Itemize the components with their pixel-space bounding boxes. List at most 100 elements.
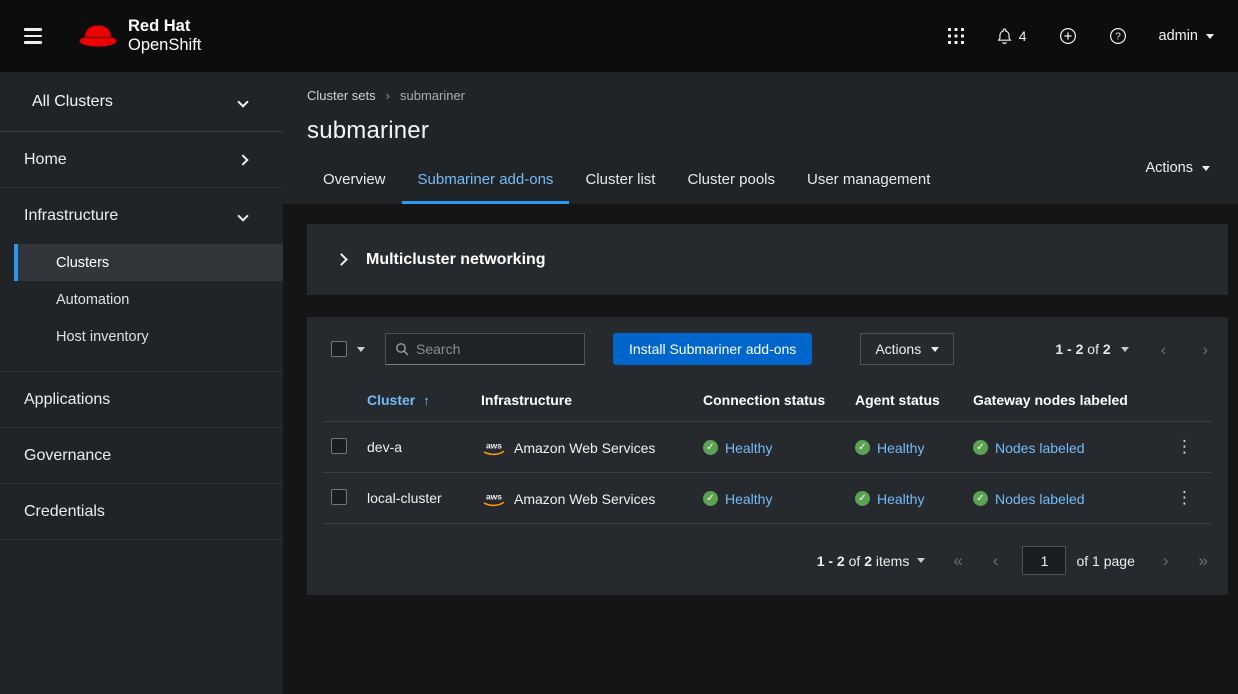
bulk-select-checkbox[interactable] <box>331 341 347 357</box>
kebab-menu-button[interactable]: ⋮ <box>1168 486 1201 510</box>
page-number-input[interactable] <box>1022 546 1066 575</box>
svg-text:aws: aws <box>486 440 502 450</box>
sidebar-item-governance[interactable]: Governance <box>0 428 283 484</box>
sidebar-nav: All Clusters Home Infrastructure Cluster… <box>0 72 283 694</box>
connection-status-link[interactable]: Healthy <box>725 491 772 507</box>
sidebar-item-infrastructure[interactable]: Infrastructure <box>0 188 283 244</box>
perspective-switcher[interactable]: All Clusters <box>0 72 283 132</box>
agent-status-link[interactable]: Healthy <box>877 440 924 456</box>
page-count-label: of 1 page <box>1076 553 1134 569</box>
search-icon <box>395 342 409 356</box>
notification-count: 4 <box>1019 28 1027 44</box>
cluster-name: local-cluster <box>359 473 473 524</box>
total-text: 2 <box>864 553 872 569</box>
first-page-button[interactable]: « <box>949 550 966 571</box>
gateway-nodes-link[interactable]: Nodes labeled <box>995 440 1085 456</box>
sidebar-group-infrastructure: Infrastructure Clusters Automation Host … <box>0 188 283 372</box>
sidebar-item-home[interactable]: Home <box>0 132 283 188</box>
breadcrumb-current: submariner <box>400 88 465 103</box>
sidebar-item-host-inventory[interactable]: Host inventory <box>14 318 283 355</box>
breadcrumb: Cluster sets › submariner <box>307 88 1238 103</box>
page-title: submariner <box>307 117 1238 145</box>
column-header-infrastructure: Infrastructure <box>473 379 695 422</box>
row-checkbox[interactable] <box>331 438 347 454</box>
row-checkbox[interactable] <box>331 489 347 505</box>
check-mark: ✓ <box>858 443 866 453</box>
app-launcher-button[interactable] <box>948 28 964 44</box>
check-mark: ✓ <box>706 443 714 453</box>
nav-label-credentials: Credentials <box>24 503 105 521</box>
nav-toggle-button[interactable] <box>24 19 58 53</box>
redhat-fedora-icon <box>78 23 118 50</box>
sort-by-cluster-link[interactable]: Cluster <box>367 392 415 408</box>
tab-overview[interactable]: Overview <box>307 159 402 204</box>
notifications-button[interactable]: 4 <box>996 28 1027 45</box>
last-page-button[interactable]: » <box>1195 550 1212 571</box>
sidebar-item-automation[interactable]: Automation <box>14 281 283 318</box>
pagination-options-caret-icon[interactable] <box>1121 347 1129 352</box>
question-circle-icon: ? <box>1109 27 1127 45</box>
user-menu-button[interactable]: admin <box>1159 28 1215 44</box>
help-button[interactable]: ? <box>1109 27 1127 45</box>
of-label: of <box>849 553 861 569</box>
search-input[interactable] <box>386 334 584 364</box>
tabs: Overview Submariner add-ons Cluster list… <box>307 159 1238 204</box>
page-body: Multicluster networking In <box>283 204 1238 615</box>
tab-submariner-add-ons[interactable]: Submariner add-ons <box>402 159 570 204</box>
menu-icon <box>24 28 42 44</box>
aws-icon: aws <box>481 491 507 507</box>
range-text: 1 - 2 <box>1055 341 1083 357</box>
section-title: Multicluster networking <box>366 251 546 269</box>
check-circle-icon: ✓ <box>703 440 718 455</box>
connection-status-link[interactable]: Healthy <box>725 440 772 456</box>
next-page-button[interactable]: › <box>1198 339 1212 360</box>
breadcrumb-link-cluster-sets[interactable]: Cluster sets <box>307 88 376 103</box>
masthead-toolbar: 4 ? admin <box>948 27 1214 45</box>
aws-icon: aws <box>481 440 507 456</box>
prev-page-button[interactable]: ‹ <box>1157 339 1171 360</box>
page-header: Cluster sets › submariner submariner Act… <box>283 72 1238 204</box>
agent-status-link[interactable]: Healthy <box>877 491 924 507</box>
pagination-range: 1 - 2 of 2 <box>1055 341 1110 357</box>
next-page-button[interactable]: › <box>1159 550 1173 571</box>
plus-circle-icon <box>1059 27 1077 45</box>
submariner-addons-panel: Install Submariner add-ons Actions 1 - 2… <box>307 317 1228 595</box>
nav-label-automation: Automation <box>56 292 129 308</box>
sidebar-item-applications[interactable]: Applications <box>0 372 283 428</box>
total-text: 2 <box>1103 341 1111 357</box>
pagination-options-caret-icon[interactable] <box>917 558 925 563</box>
check-circle-icon: ✓ <box>973 440 988 455</box>
chevron-right-icon <box>335 253 348 266</box>
table-toolbar: Install Submariner add-ons Actions 1 - 2… <box>323 333 1212 365</box>
gateway-nodes-link[interactable]: Nodes labeled <box>995 491 1085 507</box>
items-label: items <box>876 553 909 569</box>
sidebar-item-clusters[interactable]: Clusters <box>14 244 283 281</box>
redhat-openshift-logo: Red Hat OpenShift <box>78 17 201 55</box>
check-mark: ✓ <box>976 443 984 453</box>
main-content: Cluster sets › submariner submariner Act… <box>283 72 1238 694</box>
brand-line2: OpenShift <box>128 36 201 55</box>
sidebar-item-credentials[interactable]: Credentials <box>0 484 283 540</box>
column-header-gateway-nodes: Gateway nodes labeled <box>965 379 1160 422</box>
infrastructure-label: Amazon Web Services <box>514 491 655 507</box>
column-header-actions <box>1160 379 1212 422</box>
prev-page-button[interactable]: ‹ <box>989 550 1003 571</box>
tab-cluster-list[interactable]: Cluster list <box>569 159 671 204</box>
app-launcher-icon <box>948 28 964 44</box>
kebab-menu-button[interactable]: ⋮ <box>1168 435 1201 459</box>
multicluster-networking-section[interactable]: Multicluster networking <box>307 224 1228 295</box>
install-submariner-addons-button[interactable]: Install Submariner add-ons <box>613 333 812 365</box>
chevron-down-icon <box>237 96 248 107</box>
table-row: dev-a aws Amazon Web Services <box>323 422 1212 473</box>
tab-user-management[interactable]: User management <box>791 159 946 204</box>
page-actions-dropdown[interactable]: Actions <box>1145 160 1210 176</box>
column-header-connection-status: Connection status <box>695 379 847 422</box>
quick-create-button[interactable] <box>1059 27 1077 45</box>
bulk-select-dropdown[interactable] <box>323 333 365 365</box>
check-circle-icon: ✓ <box>855 491 870 506</box>
nav-label-clusters: Clusters <box>56 255 109 271</box>
bell-icon <box>996 28 1013 45</box>
svg-text:aws: aws <box>486 491 502 501</box>
table-actions-dropdown[interactable]: Actions <box>860 333 954 365</box>
tab-cluster-pools[interactable]: Cluster pools <box>671 159 791 204</box>
